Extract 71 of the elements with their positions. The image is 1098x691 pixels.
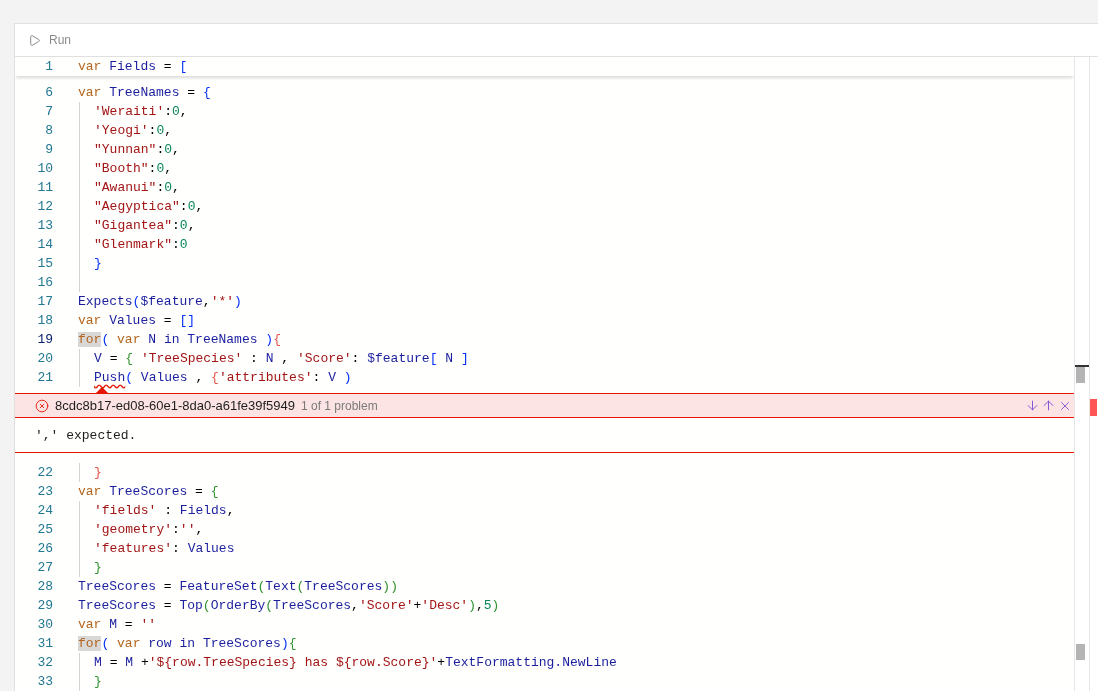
code-line: "Gigantea":0, — [94, 218, 196, 233]
code-line: } — [94, 256, 102, 271]
code-line: var Values = [] — [78, 313, 196, 328]
line-number: 33 — [36, 674, 53, 689]
line-number: 15 — [36, 256, 53, 271]
code-line: Push( Values , {'attributes': V ) — [94, 370, 352, 385]
problem-id: 8cdc8b17-ed08-60e1-8da0-a61fe39f5949 — [55, 398, 295, 413]
error-marker — [1090, 399, 1097, 416]
code-line: M = M +'${row.TreeSpecies} has ${row.Score}'+TextFormatting.NewLine — [94, 655, 617, 670]
line-number: 9 — [44, 142, 53, 157]
code-line: } — [94, 465, 102, 480]
code-line: TreeScores = FeatureSet(Text(TreeScores)) — [78, 579, 398, 594]
line-number: 25 — [36, 522, 53, 537]
line-number: 7 — [44, 104, 53, 119]
code-line: } — [94, 674, 102, 689]
line-number: 26 — [36, 541, 53, 556]
line-number: 32 — [36, 655, 53, 670]
line-number: 17 — [36, 294, 53, 309]
line-number: 29 — [36, 598, 53, 613]
line-number: 11 — [36, 180, 53, 195]
code-line: var Fields = [ — [78, 59, 188, 74]
next-problem-button[interactable] — [1025, 397, 1040, 414]
line-number: 12 — [36, 199, 53, 214]
code-line: var M = '' — [78, 617, 157, 632]
line-number: 23 — [36, 484, 53, 499]
line-number: 31 — [36, 636, 53, 651]
problem-message: ',' expected. — [35, 427, 137, 443]
code-line: 'Weraiti':0, — [94, 104, 188, 119]
run-button[interactable]: Run — [26, 31, 73, 49]
code-line: var TreeScores = { — [78, 484, 219, 499]
code-line: for( var N in TreeNames ){ — [78, 332, 281, 347]
line-number: 14 — [36, 237, 53, 252]
line-number: 8 — [44, 123, 53, 138]
code-line: "Booth":0, — [94, 161, 173, 176]
line-number: 21 — [36, 370, 53, 385]
code-line: V = { 'TreeSpecies' : N , 'Score': $feature[ N ] — [94, 351, 469, 366]
line-number: 6 — [44, 85, 53, 100]
line-number: 27 — [36, 560, 53, 575]
problem-count: 1 of 1 problem — [301, 398, 378, 413]
code-line: for( var row in TreeScores){ — [78, 636, 297, 651]
line-number: 18 — [36, 313, 53, 328]
scrollbar-thumb[interactable] — [1076, 367, 1085, 383]
code-line: TreeScores = Top(OrderBy(TreeScores,'Score'+'Desc'),5) — [78, 598, 500, 613]
code-line: 'geometry':'', — [94, 522, 204, 537]
line-number: 24 — [36, 503, 53, 518]
previous-problem-button[interactable] — [1041, 397, 1056, 414]
code-line: "Glenmark":0 — [94, 237, 188, 252]
line-number: 1 — [44, 59, 53, 74]
line-number: 22 — [36, 465, 53, 480]
scrollbar-thumb[interactable] — [1076, 644, 1085, 660]
play-icon — [28, 33, 41, 47]
line-number: 10 — [36, 161, 53, 176]
line-number: 19 — [36, 332, 53, 347]
line-number: 20 — [36, 351, 53, 366]
code-line: } — [94, 560, 102, 575]
line-number: 30 — [36, 617, 53, 632]
code-line: 'Yeogi':0, — [94, 123, 173, 138]
arrow-down-icon — [1025, 398, 1040, 413]
line-number: 28 — [36, 579, 53, 594]
error-icon — [35, 398, 49, 413]
code-line: 'features': Values — [94, 541, 235, 556]
vertical-scrollbar[interactable] — [1074, 57, 1090, 691]
cursor-marker — [1075, 365, 1089, 367]
code-line: var TreeNames = { — [78, 85, 211, 100]
code-line: "Aegyptica":0, — [94, 199, 204, 214]
code-line: 'fields' : Fields, — [94, 503, 235, 518]
line-number: 13 — [36, 218, 53, 233]
line-number: 16 — [36, 275, 53, 290]
code-line: Expects($feature,'*') — [78, 294, 242, 309]
code-line: "Yunnan":0, — [94, 142, 180, 157]
code-line: "Awanui":0, — [94, 180, 180, 195]
